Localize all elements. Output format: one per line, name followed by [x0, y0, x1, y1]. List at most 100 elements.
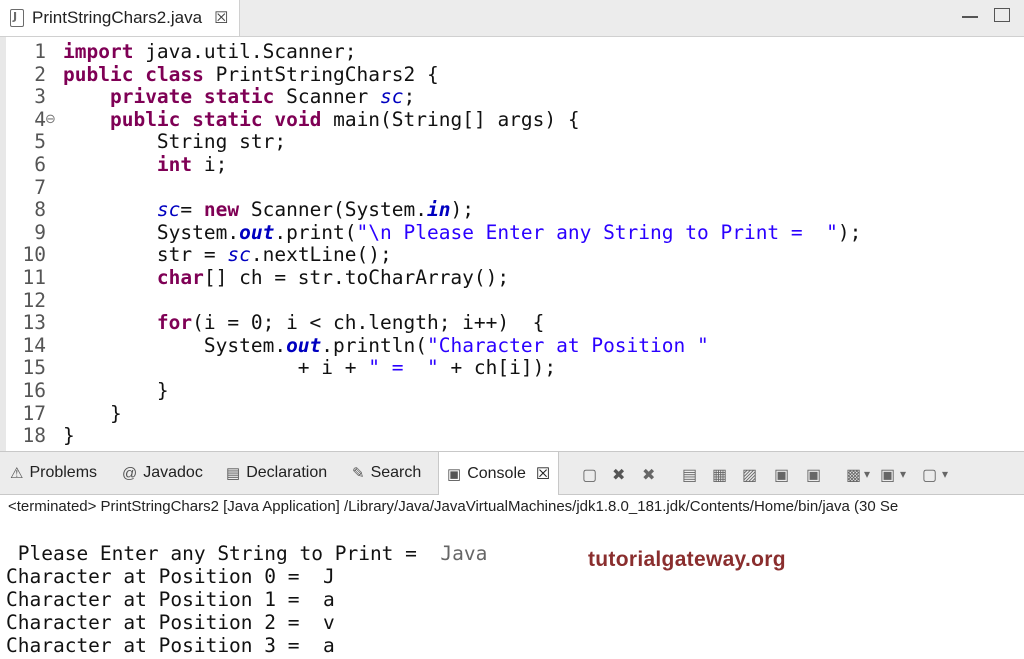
- tab-javadoc[interactable]: @ Javadoc: [122, 452, 203, 494]
- tab-console[interactable]: ▣ Console ☒: [438, 452, 560, 495]
- console-process-header: <terminated> PrintStringChars2 [Java App…: [8, 498, 899, 515]
- line-number: 6: [34, 153, 46, 176]
- code-text: System.out.println("Character at Positio…: [63, 333, 709, 357]
- code-line[interactable]: 18}: [0, 424, 1024, 447]
- code-text: + i + " = " + ch[i]);: [63, 356, 557, 380]
- editor-tab-bar: PrintStringChars2.java ☒: [0, 0, 1024, 37]
- word-wrap-icon[interactable]: ▨: [742, 465, 757, 485]
- code-line[interactable]: 10 str = sc.nextLine();: [0, 243, 1024, 266]
- line-number: 16: [22, 379, 46, 402]
- line-number: 11: [22, 266, 46, 289]
- code-text: }: [63, 424, 75, 448]
- console-output-line: Character at Position 0 = J: [6, 565, 335, 588]
- code-text: public class PrintStringChars2 {: [63, 62, 439, 86]
- code-line[interactable]: 3 private static Scanner sc;: [0, 85, 1024, 108]
- console-output-line: Character at Position 3 = a: [6, 634, 335, 657]
- tab-declaration-label: Declaration: [246, 464, 328, 481]
- close-tab-icon[interactable]: ☒: [214, 8, 228, 28]
- code-text: int i;: [156, 153, 228, 176]
- declaration-icon: ▤: [226, 465, 241, 482]
- line-number: 2: [34, 62, 46, 86]
- fold-toggle-icon[interactable]: ⊖: [45, 108, 56, 131]
- remove-launch-icon[interactable]: ✖: [612, 465, 625, 485]
- display-console-dropdown-icon[interactable]: ▾: [900, 467, 906, 481]
- watermark: tutorialgateway.org: [588, 548, 786, 571]
- java-file-icon: [10, 9, 24, 27]
- clear-console-icon[interactable]: ▤: [682, 465, 697, 485]
- tab-problems-label: Problems: [29, 464, 98, 481]
- code-line[interactable]: 15 + i + " = " + ch[i]);: [0, 356, 1024, 379]
- tab-javadoc-label: Javadoc: [143, 464, 203, 481]
- console-icon: ▣: [447, 465, 462, 483]
- code-text: String str;: [63, 130, 287, 154]
- show-on-stdout-icon[interactable]: ▣: [774, 465, 789, 485]
- code-line[interactable]: 11 char[] ch = str.toCharArray();: [0, 266, 1024, 289]
- code-line[interactable]: 2 public class PrintStringChars2 {: [0, 63, 1024, 86]
- tab-search[interactable]: ✎ Search: [352, 452, 421, 494]
- tab-search-label: Search: [370, 464, 422, 481]
- code-line[interactable]: 16 }: [0, 379, 1024, 402]
- views-tab-bar: ⚠ Problems @ Javadoc ▤ Declaration ✎ Sea…: [0, 451, 1024, 495]
- line-number: 5: [34, 130, 46, 154]
- line-number: 12: [22, 288, 46, 312]
- code-editor[interactable]: 1 import java.util.Scanner; 2 public class …: [0, 37, 1024, 451]
- line-number: 1: [34, 40, 46, 63]
- code-text: str = sc.nextLine();: [63, 243, 392, 267]
- code-text: sc= new Scanner(System.in);: [156, 198, 474, 222]
- code-text: }: [63, 379, 169, 402]
- maximize-button[interactable]: [994, 8, 1010, 22]
- line-number: 9: [34, 220, 46, 244]
- code-line[interactable]: 9 System.out.print("\n Please Enter any …: [0, 221, 1024, 244]
- code-line[interactable]: 14 System.out.println("Character at Posi…: [0, 334, 1024, 357]
- code-line[interactable]: 17 }: [0, 402, 1024, 425]
- code-text: char[] ch = str.toCharArray();: [156, 266, 510, 289]
- tab-declaration[interactable]: ▤ Declaration: [226, 452, 327, 494]
- code-line[interactable]: 5 String str;: [0, 130, 1024, 153]
- code-text: for(i = 0; i < ch.length; i++) {: [156, 311, 545, 335]
- code-text: }: [63, 401, 122, 425]
- line-number: 3: [34, 85, 46, 109]
- line-number: 17: [22, 401, 46, 425]
- editor-tab-title: PrintStringChars2.java: [32, 8, 203, 27]
- line-number: 14: [22, 333, 46, 357]
- line-number: 13: [22, 311, 46, 335]
- tab-console-label: Console: [467, 464, 526, 482]
- display-console-icon[interactable]: ▣: [880, 465, 895, 485]
- minimize-button[interactable]: [962, 8, 978, 18]
- code-line[interactable]: 4 ⊖ public static void main(String[] args…: [0, 108, 1024, 131]
- console-output-line: Character at Position 2 = v: [6, 611, 335, 634]
- console-output-line: Character at Position 1 = a: [6, 588, 335, 611]
- show-on-stderr-icon[interactable]: ▣: [806, 465, 821, 485]
- console-prompt-line: Please Enter any String to Print = Java: [6, 542, 488, 565]
- code-line[interactable]: 12: [0, 289, 1024, 312]
- tab-problems[interactable]: ⚠ Problems: [10, 452, 97, 494]
- line-number: 4: [34, 107, 46, 131]
- editor-tab-printstringchars2[interactable]: PrintStringChars2.java ☒: [0, 0, 240, 36]
- code-line[interactable]: 7: [0, 176, 1024, 199]
- code-text: import java.util.Scanner;: [63, 40, 357, 63]
- javadoc-icon: @: [122, 464, 138, 482]
- line-number: 8: [34, 198, 46, 222]
- open-console-dropdown-icon[interactable]: ▾: [942, 467, 948, 481]
- pin-console-icon[interactable]: ▩: [846, 465, 861, 485]
- search-icon: ✎: [352, 465, 365, 482]
- pin-console-dropdown-icon[interactable]: ▾: [864, 467, 870, 481]
- code-line[interactable]: 6 int i;: [0, 153, 1024, 176]
- code-text: private static Scanner sc;: [109, 85, 416, 109]
- problems-icon: ⚠: [10, 465, 24, 482]
- line-number: 15: [22, 356, 46, 380]
- close-console-icon[interactable]: ☒: [536, 464, 550, 484]
- console-output[interactable]: Please Enter any String to Print = Java …: [0, 540, 1024, 659]
- line-number: 7: [34, 175, 46, 199]
- scroll-lock-icon[interactable]: ▦: [712, 465, 727, 485]
- code-line[interactable]: 1 import java.util.Scanner;: [0, 40, 1024, 63]
- code-line[interactable]: 13 for(i = 0; i < ch.length; i++) {: [0, 311, 1024, 334]
- code-text: System.out.print("\n Please Enter any St…: [63, 220, 862, 244]
- code-text: public static void main(String[] args) {: [109, 107, 580, 131]
- terminate-icon[interactable]: ▢: [582, 465, 597, 485]
- open-console-icon[interactable]: ▢: [922, 465, 937, 485]
- code-line[interactable]: 8 sc= new Scanner(System.in);: [0, 198, 1024, 221]
- remove-all-terminated-icon[interactable]: ✖: [642, 465, 655, 485]
- line-number: 18: [22, 424, 46, 448]
- console-user-input: Java: [440, 542, 488, 565]
